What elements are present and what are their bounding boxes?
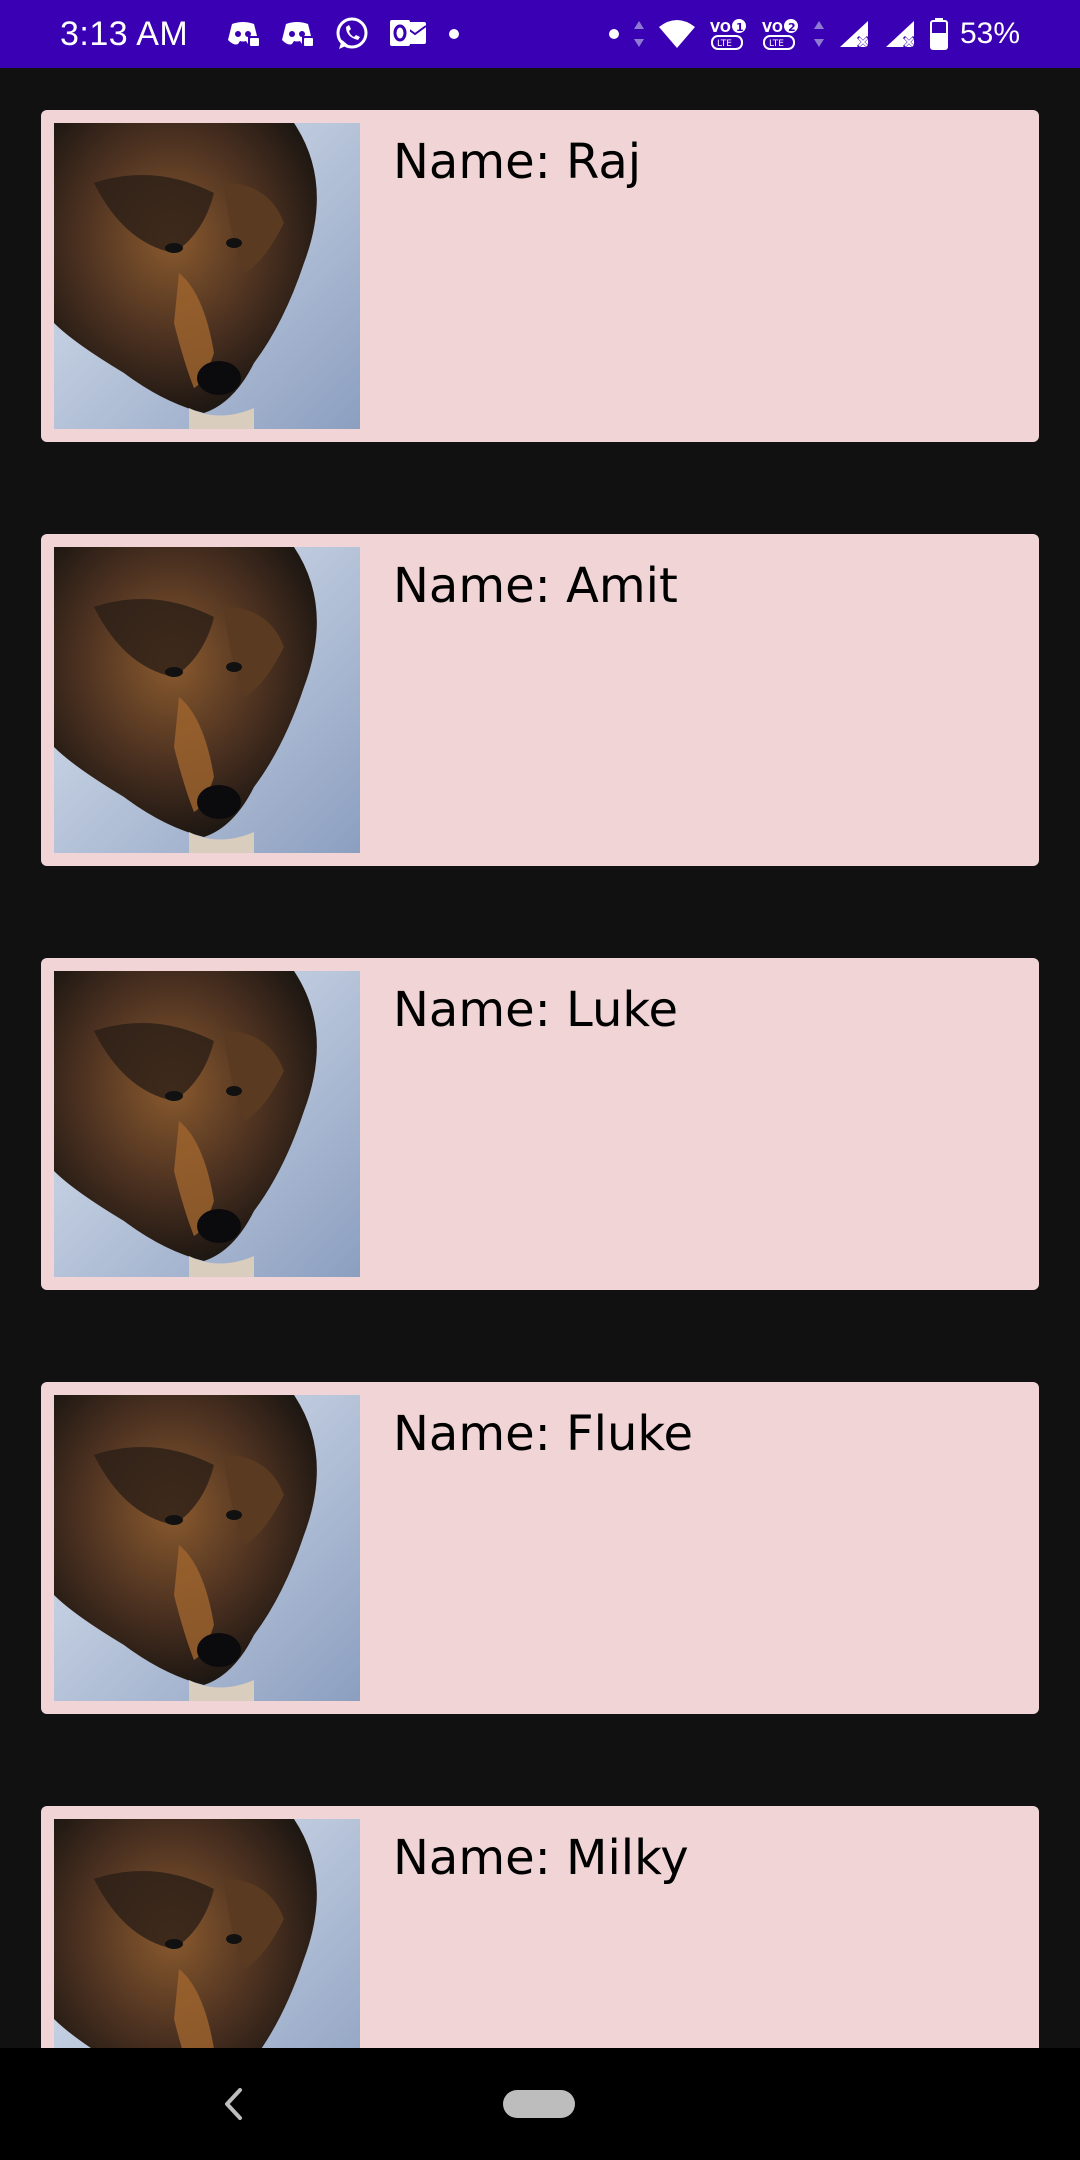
navigation-bar: [0, 2048, 1080, 2160]
list-item[interactable]: Name: Raj: [41, 110, 1039, 442]
data-arrows-icon: [632, 19, 646, 49]
volte1-icon: VO 1 LTE: [708, 17, 748, 51]
list-item[interactable]: Name: Milky: [41, 1806, 1039, 2048]
svg-text:1: 1: [736, 21, 744, 34]
dog-name: Name: Milky: [393, 1830, 689, 1886]
dog-name: Name: Fluke: [393, 1406, 694, 1462]
status-system-icons: VO 1 LTE VO 2 LTE 53%: [596, 17, 1020, 51]
dog-photo: [54, 547, 360, 853]
list-item[interactable]: Name: Luke: [41, 958, 1039, 1290]
signal-icon: [884, 19, 918, 49]
discord-icon: [280, 20, 315, 48]
whatsapp-icon: [334, 16, 370, 52]
wifi-icon: [658, 19, 696, 49]
discord-icon: [226, 20, 261, 48]
svg-text:VO: VO: [762, 21, 783, 36]
notification-dot-icon: [608, 28, 620, 40]
dog-name: Name: Amit: [393, 558, 678, 614]
battery-icon: [929, 18, 948, 50]
battery-percent: 53%: [959, 17, 1020, 50]
signal-icon: [838, 19, 872, 49]
status-bar: 3:13 AM VO 1 LTE VO 2 LTE 53%: [0, 0, 1080, 68]
back-icon[interactable]: [218, 2086, 248, 2122]
app-screen: 3:13 AM VO 1 LTE VO 2 LTE 53% Name: Raj …: [0, 0, 1080, 2160]
outlook-icon: [390, 18, 428, 50]
status-time: 3:13 AM: [60, 14, 189, 53]
list-item[interactable]: Name: Fluke: [41, 1382, 1039, 1714]
dog-photo: [54, 1395, 360, 1701]
volte2-icon: VO 2 LTE: [760, 17, 800, 51]
dog-list[interactable]: Name: Raj Name: Amit Name: Luke Name: Fl…: [0, 68, 1080, 2048]
status-notification-icons: [226, 16, 480, 52]
svg-text:2: 2: [788, 21, 796, 34]
dog-name: Name: Luke: [393, 982, 678, 1038]
svg-text:VO: VO: [710, 21, 731, 36]
home-pill-icon[interactable]: [503, 2090, 575, 2118]
svg-text:LTE: LTE: [769, 39, 784, 49]
dog-photo: [54, 1819, 360, 2048]
dog-name: Name: Raj: [393, 134, 642, 190]
list-item[interactable]: Name: Amit: [41, 534, 1039, 866]
notification-dot-icon: [448, 28, 460, 40]
data-arrows-icon: [812, 19, 826, 49]
dog-photo: [54, 971, 360, 1277]
svg-text:LTE: LTE: [717, 39, 732, 49]
dog-photo: [54, 123, 360, 429]
